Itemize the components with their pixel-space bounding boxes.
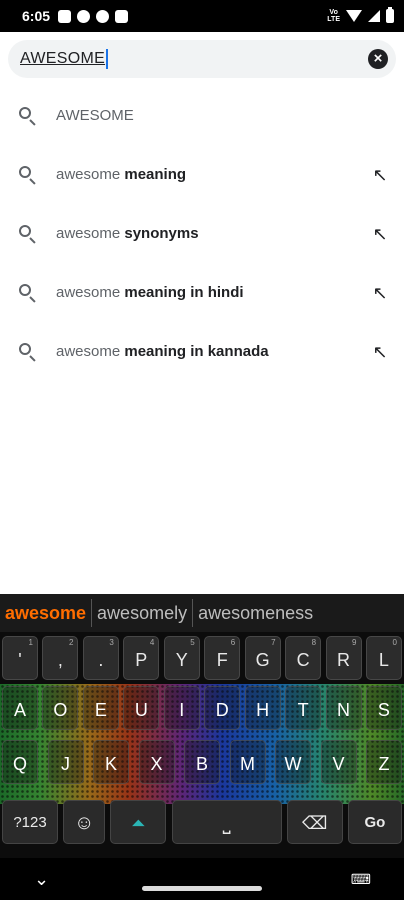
status-time: 6:05: [22, 8, 51, 24]
suggestion-text: awesome meaning: [56, 166, 187, 183]
prediction-primary[interactable]: awesome: [0, 599, 93, 627]
key[interactable]: B: [184, 740, 220, 784]
keyboard-switch-icon[interactable]: ⌨: [351, 871, 371, 888]
key[interactable]: A: [2, 686, 38, 730]
status-bar: 6:05 Vo LTE: [0, 0, 404, 32]
key-row-1: 1 ' 2, 3. 4P 5Y 6F 7G 8C 9R 0L: [0, 636, 404, 680]
space-key[interactable]: ⎵: [171, 800, 282, 844]
key[interactable]: U: [123, 686, 160, 730]
suggestion-item[interactable]: awesome meaning in kannada ↖: [0, 322, 404, 381]
suggestion-item[interactable]: awesome meaning in hindi ↖: [0, 263, 404, 322]
key[interactable]: X: [138, 740, 175, 784]
prediction-item[interactable]: awesomeness: [193, 599, 318, 627]
go-key[interactable]: Go: [347, 800, 402, 844]
key-row-4: ?123 ☺ ⏶ ⎵ ⌫ Go: [0, 800, 404, 844]
search-icon: [18, 283, 38, 303]
suggestion-item[interactable]: awesome synonyms ↖: [0, 204, 404, 263]
shift-key[interactable]: ⏶: [110, 800, 167, 844]
fill-query-arrow-icon[interactable]: ↖: [370, 283, 390, 303]
fill-query-arrow-icon[interactable]: ↖: [370, 165, 390, 185]
wifi-icon: [346, 10, 362, 22]
space-icon: ⎵: [222, 812, 231, 834]
notification-icon: [96, 9, 110, 23]
suggestion-text: AWESOME: [56, 107, 134, 124]
key[interactable]: 6F: [204, 636, 241, 680]
key[interactable]: I: [163, 686, 200, 730]
fill-query-arrow-icon[interactable]: ↖: [370, 224, 390, 244]
prediction-bar: awesome awesomely awesomeness: [0, 594, 404, 632]
search-icon: [18, 342, 38, 362]
notification-icon: [77, 9, 91, 23]
key[interactable]: 8C: [285, 636, 322, 680]
key[interactable]: Q: [2, 740, 38, 784]
fill-query-arrow-icon[interactable]: ↖: [370, 342, 390, 362]
search-icon: [18, 224, 38, 244]
key[interactable]: 4P: [123, 636, 160, 680]
search-icon: [18, 106, 38, 126]
prediction-item[interactable]: awesomely: [92, 599, 194, 627]
key-row-3: Q J K X B M W V Z: [0, 740, 404, 784]
key[interactable]: 3.: [82, 636, 119, 680]
key[interactable]: M: [229, 740, 266, 784]
key[interactable]: W: [275, 740, 311, 784]
search-icon: [18, 165, 38, 185]
key[interactable]: K: [93, 740, 129, 784]
key[interactable]: 9R: [325, 636, 362, 680]
key[interactable]: 2,: [42, 636, 79, 680]
key[interactable]: T: [285, 686, 322, 730]
volte-icon: Vo LTE: [327, 9, 340, 23]
emoji-key[interactable]: ☺: [63, 800, 106, 844]
notification-icon: [115, 9, 129, 23]
notification-icon: [58, 9, 72, 23]
backspace-icon: ⌫: [302, 813, 328, 833]
key[interactable]: 7G: [244, 636, 281, 680]
emoji-icon: ☺: [73, 812, 95, 834]
key[interactable]: S: [365, 686, 402, 730]
search-input[interactable]: AWESOME: [20, 50, 105, 68]
shift-icon: ⏶: [131, 813, 146, 833]
key[interactable]: O: [42, 686, 79, 730]
search-bar[interactable]: AWESOME ×: [8, 40, 396, 78]
signal-icon: [368, 10, 380, 22]
key[interactable]: H: [244, 686, 281, 730]
key[interactable]: Z: [366, 740, 402, 784]
delete-key[interactable]: ⌫: [286, 800, 343, 844]
key[interactable]: 1 ': [2, 636, 38, 680]
suggestion-list: AWESOME awesome meaning ↖ awesome synony…: [0, 86, 404, 381]
symbols-key[interactable]: ?123: [2, 800, 58, 844]
suggestion-item[interactable]: AWESOME: [0, 86, 404, 145]
key[interactable]: 0L: [365, 636, 402, 680]
navigation-bar: ⌄ ⌨: [0, 858, 404, 900]
key-row-2: A O E U I D H T N S: [0, 686, 404, 730]
suggestion-text: awesome meaning in kannada: [56, 343, 269, 360]
key[interactable]: V: [320, 740, 357, 784]
key[interactable]: J: [47, 740, 84, 784]
clear-search-button[interactable]: ×: [368, 49, 388, 69]
battery-icon: [386, 7, 394, 23]
key[interactable]: D: [204, 686, 241, 730]
suggestion-item[interactable]: awesome meaning ↖: [0, 145, 404, 204]
key[interactable]: N: [325, 686, 362, 730]
text-cursor: [106, 49, 109, 69]
hide-keyboard-icon[interactable]: ⌄: [34, 869, 49, 890]
suggestion-text: awesome meaning in hindi: [56, 284, 244, 301]
key[interactable]: 5Y: [163, 636, 200, 680]
key[interactable]: E: [82, 686, 119, 730]
keyboard: awesome awesomely awesomeness 1 ' 2, 3. 4…: [0, 594, 404, 858]
suggestion-text: awesome synonyms: [56, 225, 199, 242]
home-gesture-bar[interactable]: [142, 886, 262, 891]
